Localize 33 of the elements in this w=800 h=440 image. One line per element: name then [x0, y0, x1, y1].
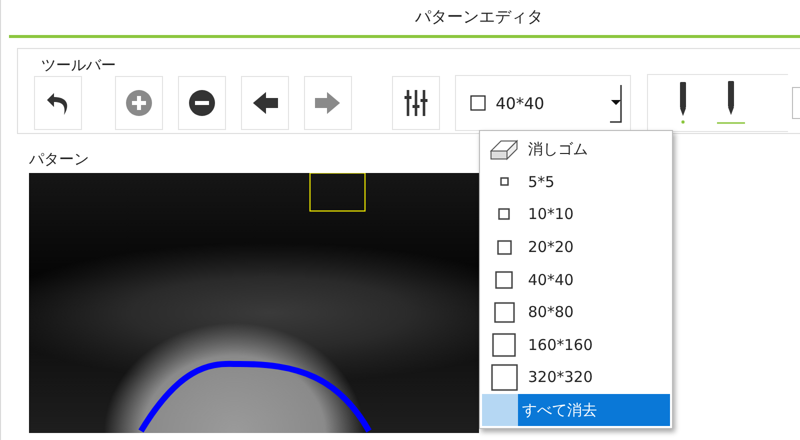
right-arrow-icon — [314, 89, 342, 117]
dropdown-item[interactable]: 160*160 — [480, 328, 672, 362]
minus-button[interactable] — [178, 76, 226, 130]
window-title: パターンエディタ — [415, 7, 543, 28]
caret-icon — [610, 83, 622, 123]
sliders-button[interactable] — [392, 76, 440, 130]
pen-icon — [679, 82, 688, 124]
square-icon — [494, 302, 514, 323]
section-label: パターン — [29, 150, 90, 169]
left-arrow-button[interactable] — [240, 76, 289, 130]
sliders-icon — [402, 89, 430, 117]
size-dropdown[interactable]: 40*40 — [454, 75, 632, 131]
square-icon — [470, 95, 486, 111]
pen-icon — [717, 81, 746, 125]
square-icon — [492, 332, 516, 357]
square-icon — [498, 208, 510, 220]
dropdown-item[interactable]: 80*80 — [480, 296, 672, 329]
left-arrow-icon — [250, 89, 279, 117]
plus-icon — [124, 89, 153, 117]
dropdown-item[interactable]: すべて消去 — [482, 394, 670, 426]
dropdown-item[interactable]: 10*10 — [480, 198, 672, 231]
square-icon — [500, 177, 508, 186]
undo-button[interactable] — [34, 76, 82, 130]
square-icon — [496, 240, 512, 255]
dropdown-item[interactable]: 320*320 — [480, 361, 672, 394]
square-icon — [495, 270, 513, 289]
dropdown-item[interactable]: 40*40 — [480, 263, 672, 296]
eraser-icon — [489, 137, 519, 162]
dropdown-item[interactable]: 5*5 — [480, 166, 672, 198]
dropdown-item[interactable]: 20*20 — [480, 230, 672, 264]
square-icon — [490, 364, 518, 391]
dropdown-item[interactable]: 消しゴム — [480, 133, 672, 166]
minus-icon — [188, 89, 216, 117]
